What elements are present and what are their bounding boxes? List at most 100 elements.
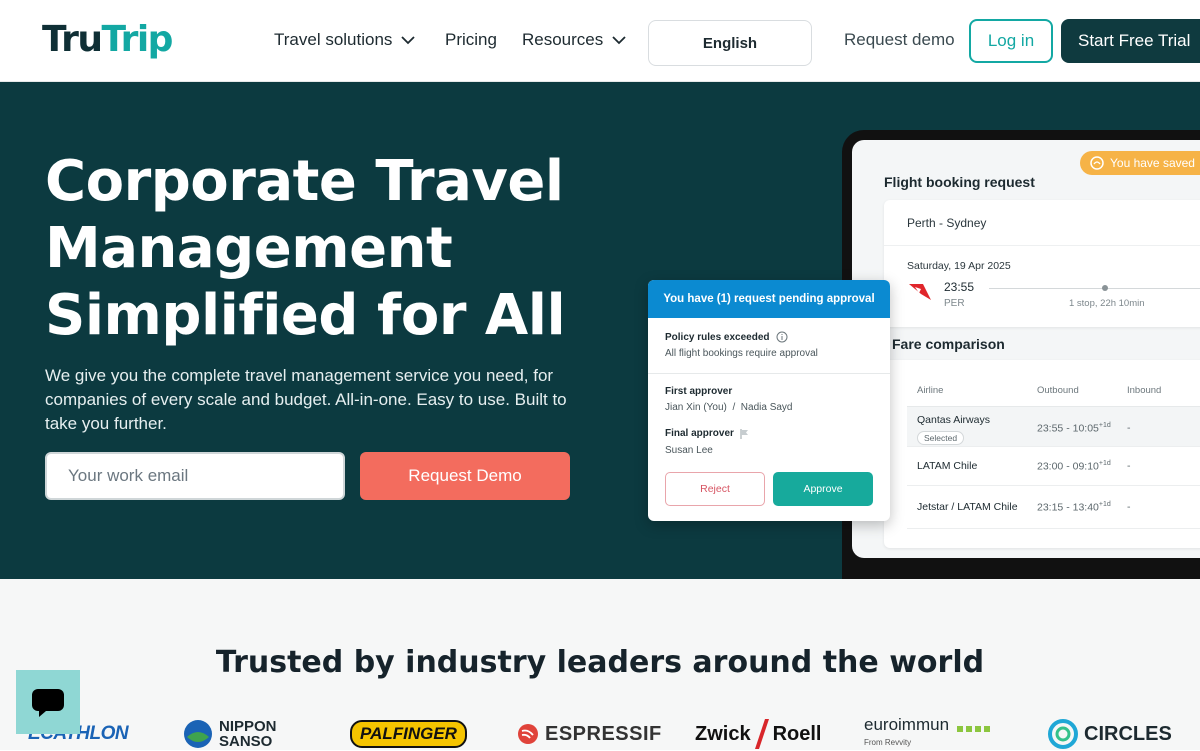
fare-inbound: - — [1127, 460, 1131, 472]
chat-widget-button[interactable] — [16, 670, 80, 734]
fare-comparison-title: Fare comparison — [892, 336, 1005, 352]
policy-text: All flight bookings require approval — [665, 348, 818, 359]
plus-day: +1d — [1098, 501, 1111, 508]
fare-outbound-time: 23:15 - 13:40 — [1037, 501, 1099, 514]
savings-text: You have saved — [1110, 156, 1195, 170]
nav-label: Pricing — [445, 30, 497, 49]
logo-text: NIPPON — [219, 718, 277, 735]
plus-day: +1d — [1098, 460, 1111, 467]
fare-outbound-time: 23:00 - 09:10 — [1037, 460, 1099, 473]
logo-text: euroimmun — [864, 715, 950, 734]
euroimmun-text: euroimmun From Revvity — [864, 715, 950, 750]
espressif-mark-icon — [518, 724, 538, 744]
work-email-input[interactable] — [45, 452, 345, 500]
reject-button[interactable]: Reject — [665, 472, 765, 506]
trutrip-logo[interactable]: TruTrip — [42, 18, 173, 62]
fare-header-inbound: Inbound — [1127, 385, 1162, 396]
plus-day: +1d — [1098, 422, 1111, 429]
hero-title-line: Management — [45, 216, 453, 281]
first-approver-label: First approver — [665, 386, 733, 397]
divider — [648, 373, 890, 374]
fare-table: Airline Outbound Inbound Qantas Airways … — [884, 360, 1200, 548]
fare-outbound: 23:00 - 09:10+1d — [1037, 460, 1111, 473]
chevron-down-icon — [401, 36, 416, 45]
qantas-logo-icon — [909, 284, 931, 300]
fare-outbound: 23:55 - 10:05+1d — [1037, 422, 1111, 435]
first-approver-names: Jian Xin (You) / Nadia Sayd — [665, 402, 793, 413]
nippon-sanso-mark-icon — [184, 720, 212, 748]
info-icon[interactable] — [776, 331, 788, 343]
nippon-sanso-logo: NIPPON SANSO — [183, 717, 277, 751]
flight-stops: 1 stop, 22h 10min — [1069, 298, 1145, 309]
nav-resources[interactable]: Resources — [522, 28, 627, 52]
selected-badge: Selected — [917, 431, 965, 445]
hero-subtitle: We give you the complete travel manageme… — [45, 366, 567, 433]
flight-date: Saturday, 19 Apr 2025 — [907, 260, 1011, 272]
logo-subtext: From Revvity — [864, 738, 912, 747]
palfinger-logo: PALFINGER — [350, 717, 467, 751]
espressif-logo: ESPRESSIF — [517, 717, 662, 751]
flag-icon — [740, 428, 748, 439]
zwick-roell-logo: Zwick Roell — [695, 717, 821, 751]
booking-request-title: Flight booking request — [884, 174, 1035, 190]
request-demo-button[interactable]: Request Demo — [360, 452, 570, 500]
logo-text: ESPRESSIF — [545, 722, 662, 745]
hero-title-line: Corporate Travel — [45, 149, 564, 214]
nav-travel-solutions[interactable]: Travel solutions — [274, 28, 416, 52]
zwick-roell-slash-icon — [754, 719, 769, 749]
final-approver-text: Final approver — [665, 428, 734, 439]
fare-header-outbound: Outbound — [1037, 385, 1079, 396]
approve-button[interactable]: Approve — [773, 472, 873, 506]
fare-header-airline: Airline — [917, 385, 944, 396]
flight-route: Perth - Sydney — [907, 216, 987, 230]
hero-section: Corporate Travel Management Simplified f… — [0, 82, 1200, 579]
stop-dot — [1102, 285, 1108, 291]
fare-airline: Qantas Airways — [917, 414, 990, 426]
logo-text: CIRCLES — [1084, 722, 1172, 745]
hero-title-line: Simplified for All — [45, 283, 566, 348]
flight-card: Perth - Sydney Saturday, 19 Apr 2025 23:… — [884, 200, 1200, 327]
tablet-mockup: You have saved Flight booking request Pe… — [842, 130, 1200, 579]
trusted-section: Trusted by industry leaders around the w… — [0, 579, 1200, 750]
fare-inbound: - — [1127, 422, 1131, 434]
savings-pill: You have saved — [1080, 151, 1200, 175]
chevron-down-icon — [612, 36, 626, 45]
logo-trip: Trip — [101, 19, 173, 60]
chat-icon — [32, 689, 64, 717]
site-header: TruTrip Travel solutions Pricing Resourc… — [0, 0, 1200, 82]
nav-label: Travel solutions — [274, 30, 393, 49]
piggy-bank-icon — [1090, 156, 1104, 170]
nippon-sanso-text: NIPPON SANSO — [219, 719, 277, 749]
flight-path-line — [989, 288, 1200, 289]
login-button[interactable]: Log in — [969, 19, 1053, 63]
nav-label: Resources — [522, 30, 604, 49]
fare-row[interactable]: Qantas Airways Selected 23:55 - 10:05+1d… — [907, 407, 1200, 447]
language-select[interactable]: English — [648, 20, 812, 66]
hero-title: Corporate Travel Management Simplified f… — [45, 148, 605, 349]
request-demo-link[interactable]: Request demo — [844, 28, 955, 52]
fare-airline: LATAM Chile — [917, 460, 978, 472]
fare-outbound-time: 23:55 - 10:05 — [1037, 422, 1099, 435]
fare-row[interactable]: Jetstar / LATAM Chile 23:15 - 13:40+1d - — [907, 487, 1200, 529]
fare-airline: Jetstar / LATAM Chile — [917, 501, 1018, 513]
departure-code: PER — [944, 298, 965, 309]
fare-row[interactable]: LATAM Chile 23:00 - 09:10+1d - — [907, 448, 1200, 486]
approval-card: You have (1) request pending approval Po… — [648, 280, 890, 521]
policy-title-text: Policy rules exceeded — [665, 331, 770, 343]
start-free-trial-button[interactable]: Start Free Trial — [1061, 19, 1200, 63]
fare-inbound: - — [1127, 501, 1131, 513]
nav-pricing[interactable]: Pricing — [445, 28, 497, 52]
logo-text: PALFINGER — [350, 720, 467, 748]
euroimmun-logo: euroimmun From Revvity — [864, 715, 991, 751]
logo-tru: Tru — [42, 19, 103, 60]
divider — [884, 245, 1200, 246]
logo-text: SANSO — [219, 733, 273, 750]
circles-logo: CIRCLES — [1048, 717, 1172, 751]
logo-text: Roell — [772, 722, 822, 745]
final-approver-name: Susan Lee — [665, 445, 713, 456]
approval-header: You have (1) request pending approval — [648, 280, 890, 318]
departure-time: 23:55 — [944, 280, 975, 294]
policy-title: Policy rules exceeded — [665, 331, 788, 343]
tablet-screen: You have saved Flight booking request Pe… — [852, 140, 1200, 558]
trusted-title: Trusted by industry leaders around the w… — [215, 645, 985, 680]
